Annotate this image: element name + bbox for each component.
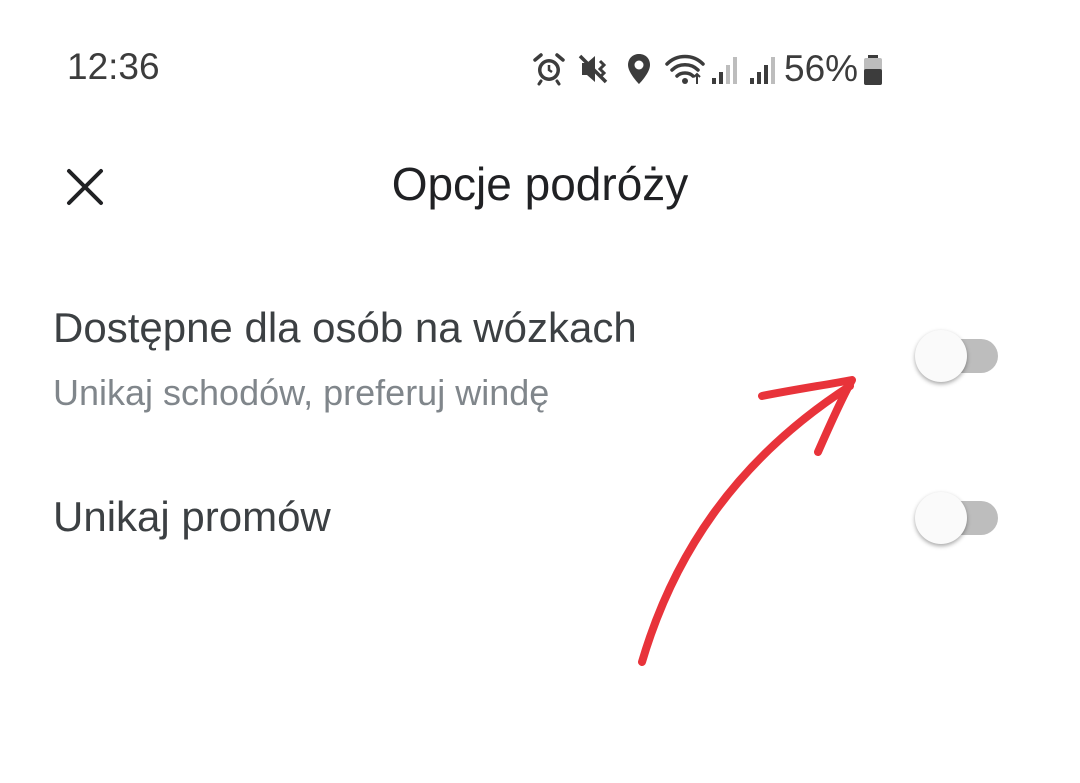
setting-description: Unikaj schodów, preferuj windę [53, 372, 550, 413]
battery-icon [864, 55, 883, 85]
toggle-thumb [915, 330, 967, 382]
toggle-thumb [915, 492, 967, 544]
wifi-icon [665, 54, 705, 84]
page-title: Opcje podróży [391, 158, 689, 210]
location-icon [628, 54, 650, 84]
status-bar: 12:36 56% [0, 0, 1080, 130]
avoid-ferries-toggle[interactable] [914, 492, 1000, 544]
setting-wheelchair-accessible[interactable]: Dostępne dla osób na wózkach Unikaj scho… [0, 292, 1080, 422]
signal-icon [712, 57, 737, 84]
setting-label: Unikaj promów [53, 493, 331, 540]
signal-icon [750, 57, 775, 84]
alarm-icon [533, 53, 565, 86]
battery-percentage: 56% [784, 48, 859, 89]
status-icons: 56% [532, 48, 886, 89]
status-time: 12:36 [67, 46, 160, 87]
setting-label: Dostępne dla osób na wózkach [53, 304, 637, 351]
wheelchair-toggle[interactable] [914, 330, 1000, 382]
setting-avoid-ferries[interactable]: Unikaj promów [0, 478, 1080, 558]
vibrate-icon [578, 54, 608, 84]
